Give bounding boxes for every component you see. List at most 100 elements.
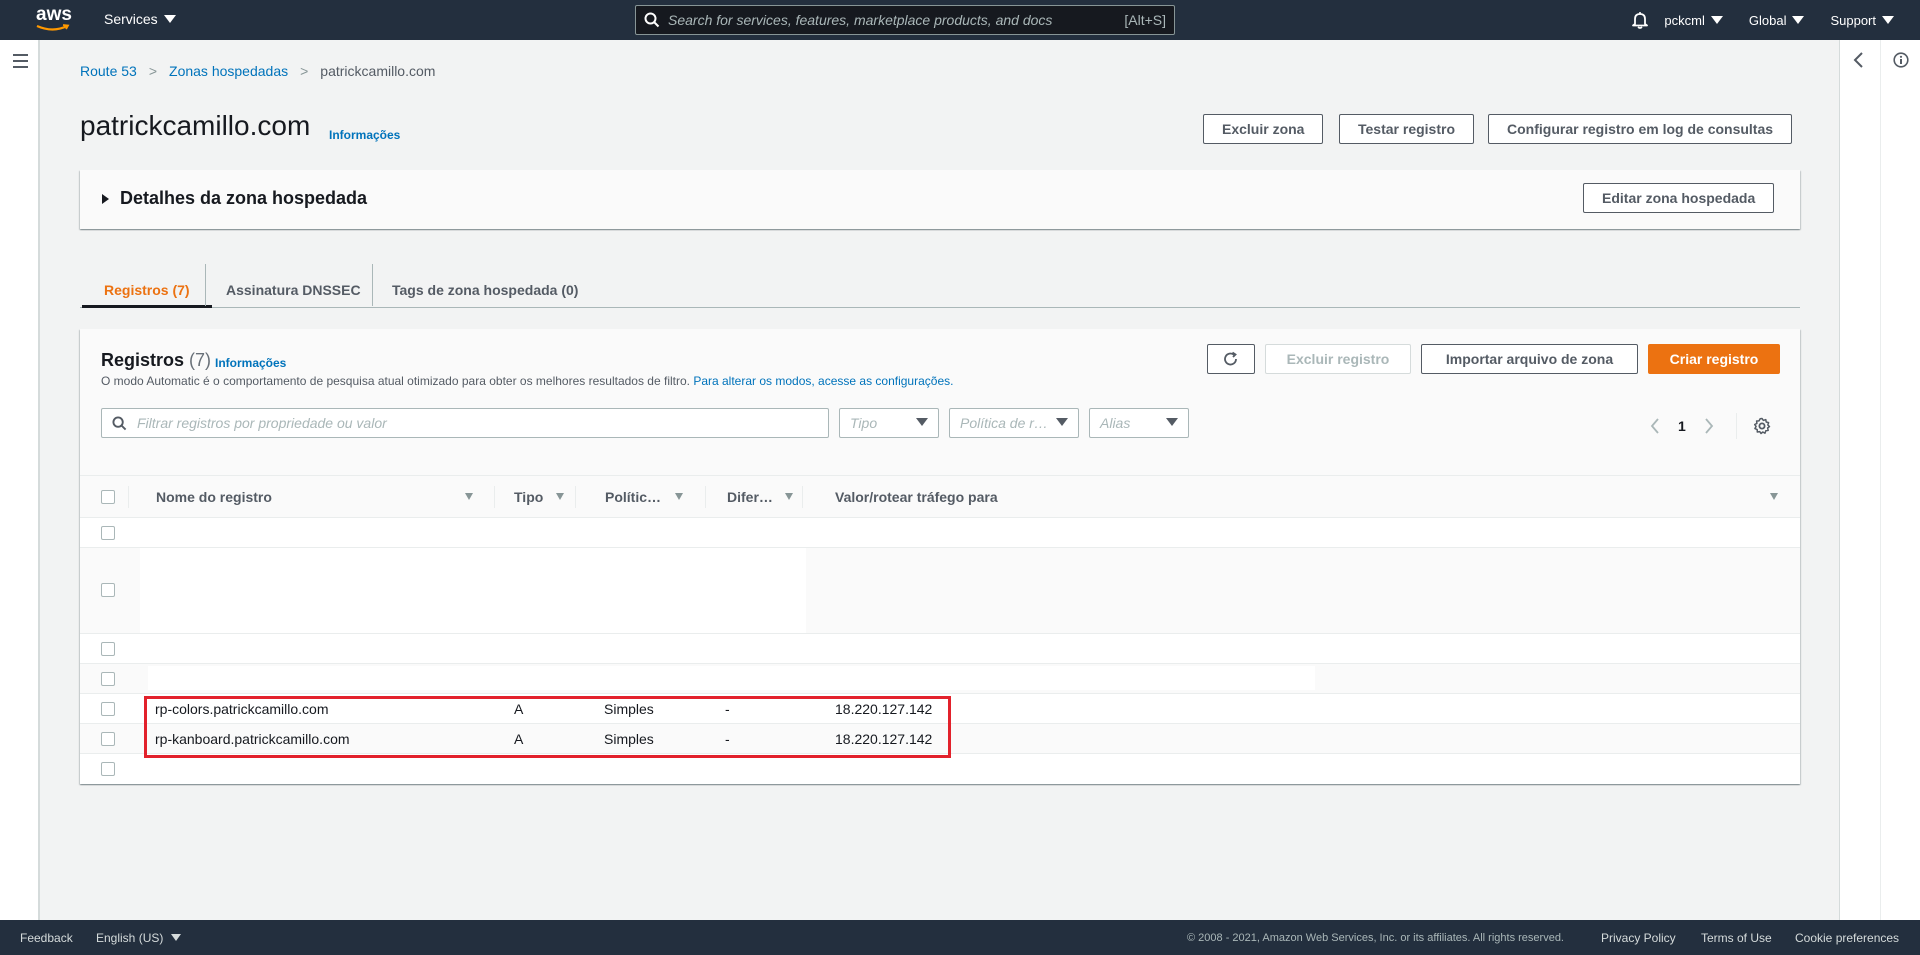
language-selector[interactable]: English (US) <box>96 931 182 945</box>
row-checkbox[interactable] <box>101 702 115 716</box>
support-label: Support <box>1830 12 1876 28</box>
column-header-value[interactable]: Valor/rotear tráfego para <box>835 476 998 518</box>
settings-gear-icon[interactable] <box>1753 417 1771 435</box>
table-row[interactable] <box>80 548 1800 634</box>
hamburger-menu-icon[interactable] <box>13 54 28 72</box>
table-row[interactable] <box>80 754 1800 784</box>
caret-down-icon <box>1166 418 1178 426</box>
caret-right-icon[interactable] <box>102 194 109 204</box>
next-page-icon[interactable] <box>1704 418 1714 434</box>
table-row[interactable] <box>80 634 1800 664</box>
side-navigation-collapsed <box>0 40 40 920</box>
create-record-button[interactable]: Criar registro <box>1648 344 1780 374</box>
table-row[interactable] <box>80 664 1800 694</box>
tab-hosted-zone-tags[interactable]: Tags de zona hospedada (0) <box>370 270 600 308</box>
records-info-link[interactable]: Informações <box>215 356 286 370</box>
chevron-right-icon: > <box>300 63 309 79</box>
top-navigation-bar: aws Services Search for services, featur… <box>0 0 1920 40</box>
notifications-bell-icon[interactable] <box>1632 11 1649 29</box>
caret-down-icon <box>163 15 176 24</box>
caret-down-icon <box>916 418 928 426</box>
support-menu[interactable]: Support <box>1830 13 1894 28</box>
previous-page-icon[interactable] <box>1650 418 1660 434</box>
info-icon[interactable] <box>1893 52 1909 68</box>
sort-icon[interactable] <box>675 493 683 500</box>
policy-filter-select[interactable]: Política de r… <box>949 408 1079 438</box>
breadcrumb-current: patrickcamillo.com <box>320 63 436 79</box>
services-menu[interactable]: Services <box>104 11 176 27</box>
records-heading: Registros (7) <box>101 350 211 371</box>
row-checkbox[interactable] <box>101 732 115 746</box>
privacy-policy-link[interactable]: Privacy Policy <box>1601 931 1676 945</box>
panel-divider <box>1880 40 1881 920</box>
column-divider <box>705 486 706 508</box>
select-all-checkbox[interactable] <box>101 490 115 504</box>
sort-icon[interactable] <box>556 493 564 500</box>
tab-list: Registros (7) Assinatura DNSSEC Tags de … <box>80 258 1800 308</box>
info-link[interactable]: Informações <box>329 128 400 142</box>
current-page-number[interactable]: 1 <box>1678 418 1686 434</box>
search-shortcut-hint: [Alt+S] <box>1124 12 1166 28</box>
sort-icon[interactable] <box>465 493 473 500</box>
aws-logo[interactable]: aws <box>36 5 76 35</box>
row-checkbox[interactable] <box>101 762 115 776</box>
description-text: O modo Automatic é o comportamento de pe… <box>101 374 690 388</box>
region-menu[interactable]: Global <box>1749 13 1805 28</box>
aws-logo-text: aws <box>36 4 72 25</box>
search-icon <box>112 415 127 430</box>
column-divider <box>575 486 576 508</box>
tab-records[interactable]: Registros (7) <box>82 270 212 308</box>
hosted-zone-details-toggle[interactable]: Detalhes da zona hospedada <box>120 188 367 209</box>
column-divider <box>128 486 129 508</box>
sort-icon[interactable] <box>785 493 793 500</box>
records-table-header: Nome do registro Tipo Polític… Difer… Va… <box>80 475 1800 518</box>
breadcrumb-hosted-zones[interactable]: Zonas hospedadas <box>169 63 288 79</box>
breadcrumb-route53[interactable]: Route 53 <box>80 63 137 79</box>
type-filter-select[interactable]: Tipo <box>839 408 939 438</box>
test-record-button[interactable]: Testar registro <box>1339 114 1474 144</box>
chevron-right-icon: > <box>148 63 158 79</box>
filter-placeholder: Filtrar registros por propriedade ou val… <box>137 415 387 431</box>
cookie-preferences-link[interactable]: Cookie preferences <box>1795 931 1899 945</box>
tab-dnssec-signing[interactable]: Assinatura DNSSEC <box>204 270 383 308</box>
search-icon <box>644 12 660 28</box>
page-title: patrickcamillo.com <box>80 110 311 141</box>
caret-down-icon <box>1056 418 1068 426</box>
column-header-record-name[interactable]: Nome do registro <box>156 476 272 518</box>
type-select-placeholder: Tipo <box>850 415 878 431</box>
highlight-annotation-box <box>144 696 951 758</box>
caret-down-icon <box>1792 16 1805 25</box>
configure-query-logging-button[interactable]: Configurar registro em log de consultas <box>1488 114 1793 144</box>
row-checkbox[interactable] <box>101 642 115 656</box>
row-checkbox[interactable] <box>101 672 115 686</box>
footer: Feedback English (US) © 2008 - 2021, Ama… <box>0 920 1920 955</box>
help-panel-collapsed <box>1839 40 1920 920</box>
table-row[interactable] <box>80 518 1800 548</box>
column-header-type[interactable]: Tipo <box>514 476 543 518</box>
column-header-routing-policy[interactable]: Polític… <box>605 476 661 518</box>
column-divider <box>494 486 495 508</box>
edit-hosted-zone-button[interactable]: Editar zona hospedada <box>1583 183 1775 213</box>
refresh-button[interactable] <box>1207 344 1255 374</box>
feedback-link[interactable]: Feedback <box>20 931 73 945</box>
redacted-region <box>140 548 806 633</box>
terms-of-use-link[interactable]: Terms of Use <box>1701 931 1772 945</box>
settings-link[interactable]: Para alterar os modos, acesse as configu… <box>693 374 953 388</box>
account-menu[interactable]: pckcml <box>1664 13 1723 28</box>
alias-filter-select[interactable]: Alias <box>1089 408 1189 438</box>
refresh-icon <box>1224 351 1237 366</box>
delete-zone-button[interactable]: Excluir zona <box>1203 114 1324 144</box>
row-checkbox[interactable] <box>101 526 115 540</box>
pager-divider <box>1735 413 1737 439</box>
sort-icon[interactable] <box>1770 493 1778 500</box>
row-checkbox[interactable] <box>101 583 115 597</box>
caret-down-icon <box>1710 16 1723 25</box>
breadcrumb: Route 53 > Zonas hospedadas > patrickcam… <box>80 63 435 79</box>
import-zone-file-button[interactable]: Importar arquivo de zona <box>1421 344 1638 374</box>
global-search-input[interactable]: Search for services, features, marketpla… <box>635 5 1175 35</box>
records-filter-input[interactable]: Filtrar registros por propriedade ou val… <box>101 408 829 438</box>
delete-record-button[interactable]: Excluir registro <box>1265 344 1411 374</box>
chevron-left-icon[interactable] <box>1852 52 1866 68</box>
column-header-differentiator[interactable]: Difer… <box>727 476 773 518</box>
tab-divider <box>372 264 373 306</box>
